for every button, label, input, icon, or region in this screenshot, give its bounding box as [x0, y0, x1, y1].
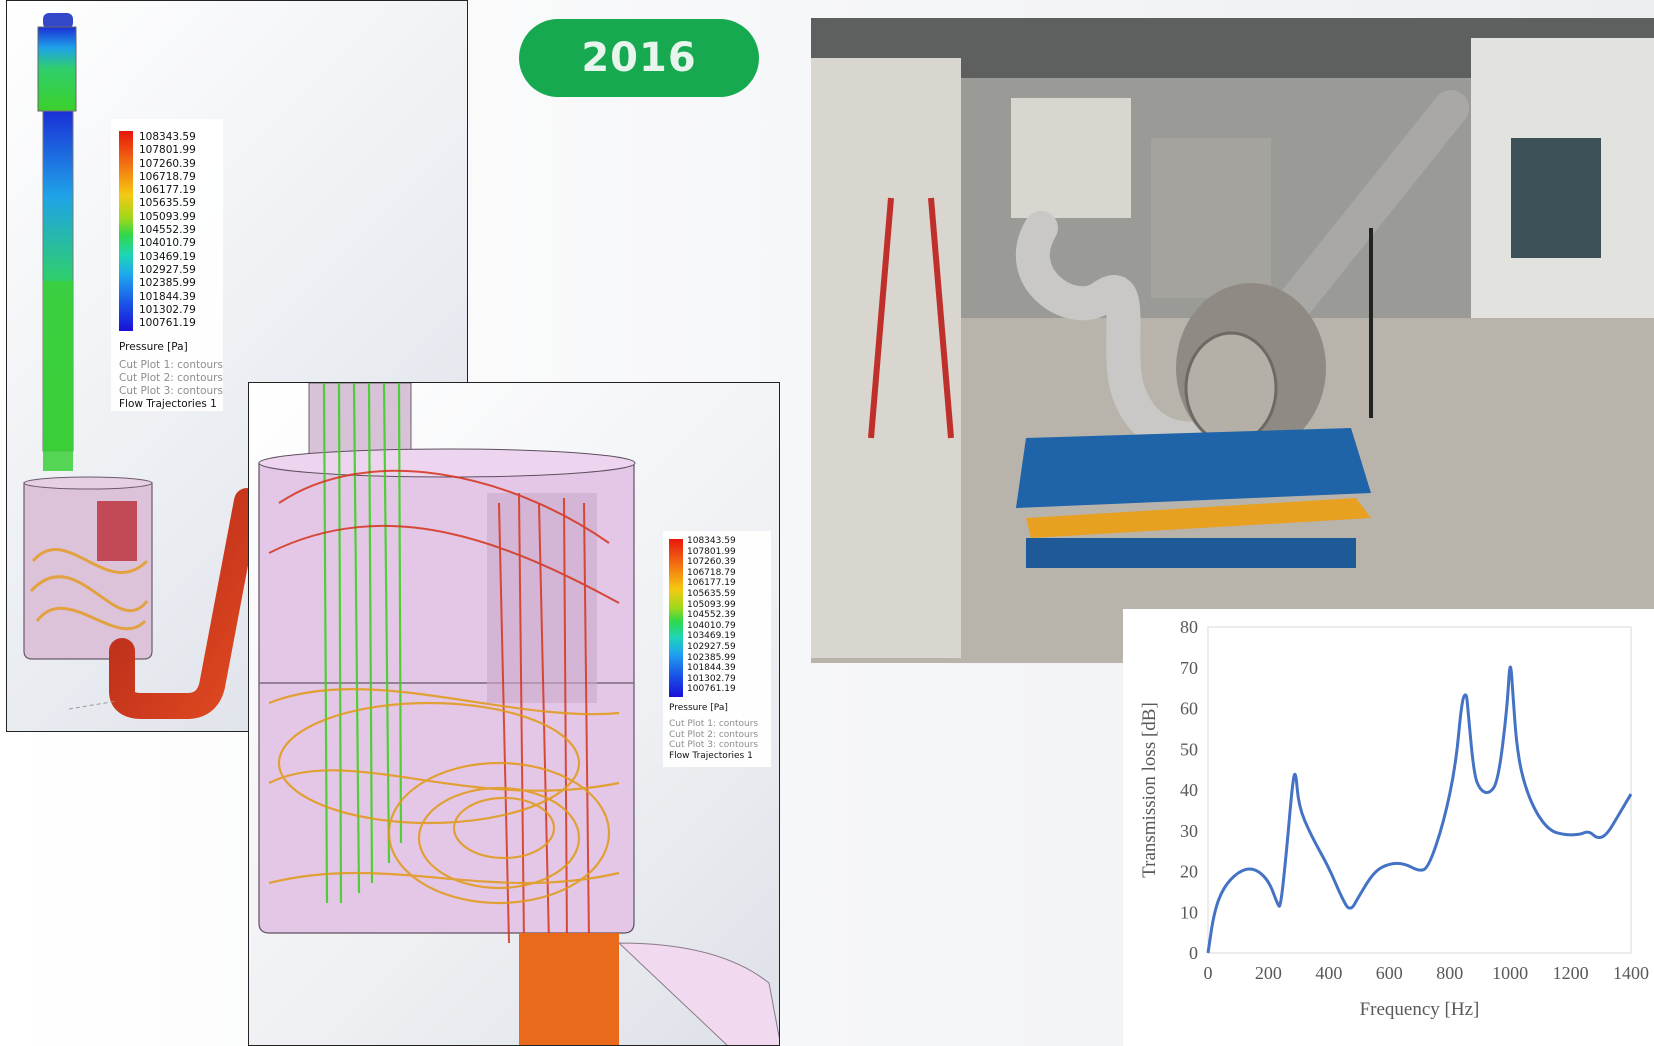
x-tick-label: 800: [1436, 963, 1463, 983]
x-tick-label: 400: [1315, 963, 1342, 983]
pressure-unit-label: Pressure [Pa]: [669, 703, 728, 713]
pressure-tick: 104010.79: [139, 237, 196, 250]
pressure-tick: 100761.19: [687, 684, 736, 695]
plot-list-item: Cut Plot 2: contours: [669, 729, 759, 740]
pressure-tick: 106177.19: [139, 184, 196, 197]
pressure-tick: 107801.99: [687, 546, 736, 557]
pressure-tick: 101302.79: [687, 673, 736, 684]
plot-list-item: Flow Trajectories 1: [669, 750, 753, 761]
transmission-loss-chart: 0 10 20 30 40 50 60 70 80 0 200 400 600 800 1000 1200 1…: [1123, 609, 1654, 1046]
simulation-view-zoom: 108343.59 107801.99 107260.39 106718.79 …: [248, 382, 780, 1046]
y-tick-label: 20: [1180, 862, 1198, 882]
pressure-tick: 106177.19: [687, 578, 736, 589]
pressure-tick: 104010.79: [687, 620, 736, 631]
pressure-ticks: 108343.59 107801.99 107260.39 106718.79 …: [687, 536, 736, 695]
pressure-color-scale: [119, 131, 133, 331]
y-tick-label: 80: [1180, 617, 1198, 637]
pressure-tick: 102385.99: [687, 652, 736, 663]
pressure-tick: 108343.59: [139, 131, 196, 143]
pressure-tick: 107260.39: [687, 557, 736, 568]
pressure-tick: 106718.79: [139, 170, 196, 183]
chart-svg: 0 10 20 30 40 50 60 70 80 0 200 400 600 800 1000 1200 1…: [1139, 617, 1650, 1020]
x-axis-ticks: 0 200 400 600 800 1000 1200 1400: [1204, 963, 1650, 983]
y-tick-label: 10: [1180, 902, 1198, 922]
transmission-loss-line: [1206, 665, 1633, 954]
y-tick-label: 30: [1180, 821, 1198, 841]
pressure-tick: 108343.59: [687, 536, 736, 546]
pressure-tick: 102927.59: [139, 263, 196, 276]
x-tick-label: 1000: [1492, 963, 1528, 983]
x-tick-label: 600: [1376, 963, 1403, 983]
pressure-unit-label: Pressure [Pa]: [119, 341, 188, 353]
x-tick-label: 1200: [1553, 963, 1589, 983]
y-axis-ticks: 0 10 20 30 40 50 60 70 80: [1180, 617, 1198, 963]
pressure-tick: 105093.99: [139, 210, 196, 223]
pressure-tick: 100761.19: [139, 317, 196, 330]
year-badge: 2016: [519, 19, 759, 97]
pressure-tick: 105093.99: [687, 599, 736, 610]
pressure-tick: 107260.39: [139, 157, 196, 170]
plot-list-item: Cut Plot 2: contours: [119, 372, 223, 384]
lab-test-photo: [811, 18, 1654, 663]
x-axis-label: Frequency [Hz]: [1360, 999, 1480, 1020]
pressure-legend-zoom: 108343.59 107801.99 107260.39 106718.79 …: [663, 531, 771, 767]
pressure-tick: 101302.79: [139, 303, 196, 316]
plot-list-item: Cut Plot 3: contours: [669, 740, 759, 750]
y-tick-label: 50: [1180, 739, 1198, 759]
y-tick-label: 0: [1189, 943, 1198, 963]
plot-list-item: Cut Plot 1: contours: [119, 359, 223, 371]
y-tick-label: 70: [1180, 658, 1198, 678]
pressure-tick: 107801.99: [139, 144, 196, 157]
pressure-tick: 104552.39: [139, 224, 196, 237]
pressure-tick: 106718.79: [687, 567, 736, 578]
plot-list-item: Cut Plot 3: contours: [119, 385, 223, 397]
pressure-tick: 103469.19: [687, 631, 736, 642]
pressure-ticks: 108343.59 107801.99 107260.39 106718.79 …: [139, 131, 196, 330]
pressure-tick: 101844.39: [139, 290, 196, 303]
pressure-legend: 108343.59 107801.99 107260.39 106718.79 …: [111, 119, 223, 411]
pressure-tick: 105635.59: [139, 197, 196, 210]
pressure-tick: 103469.19: [139, 250, 196, 263]
x-tick-label: 1400: [1613, 963, 1649, 983]
y-tick-label: 40: [1180, 780, 1198, 800]
y-tick-label: 60: [1180, 699, 1198, 719]
pressure-tick: 104552.39: [687, 610, 736, 621]
x-tick-label: 200: [1255, 963, 1282, 983]
plot-list: Cut Plot 1: contours Cut Plot 2: contour…: [119, 359, 223, 411]
x-tick-label: 0: [1204, 963, 1213, 983]
plot-list-item: Flow Trajectories 1: [119, 398, 217, 410]
pressure-tick: 101844.39: [687, 663, 736, 674]
pressure-color-scale: [669, 539, 683, 697]
plot-list: Cut Plot 1: contours Cut Plot 2: contour…: [669, 719, 758, 761]
pressure-tick: 102385.99: [139, 277, 196, 290]
lab-scene: [811, 18, 1654, 663]
pressure-tick: 102927.59: [687, 641, 736, 652]
pressure-tick: 105635.59: [687, 588, 736, 599]
y-axis-label: Transmission loss [dB]: [1139, 702, 1160, 878]
plot-area: [1207, 626, 1632, 954]
plot-list-item: Cut Plot 1: contours: [669, 719, 759, 729]
